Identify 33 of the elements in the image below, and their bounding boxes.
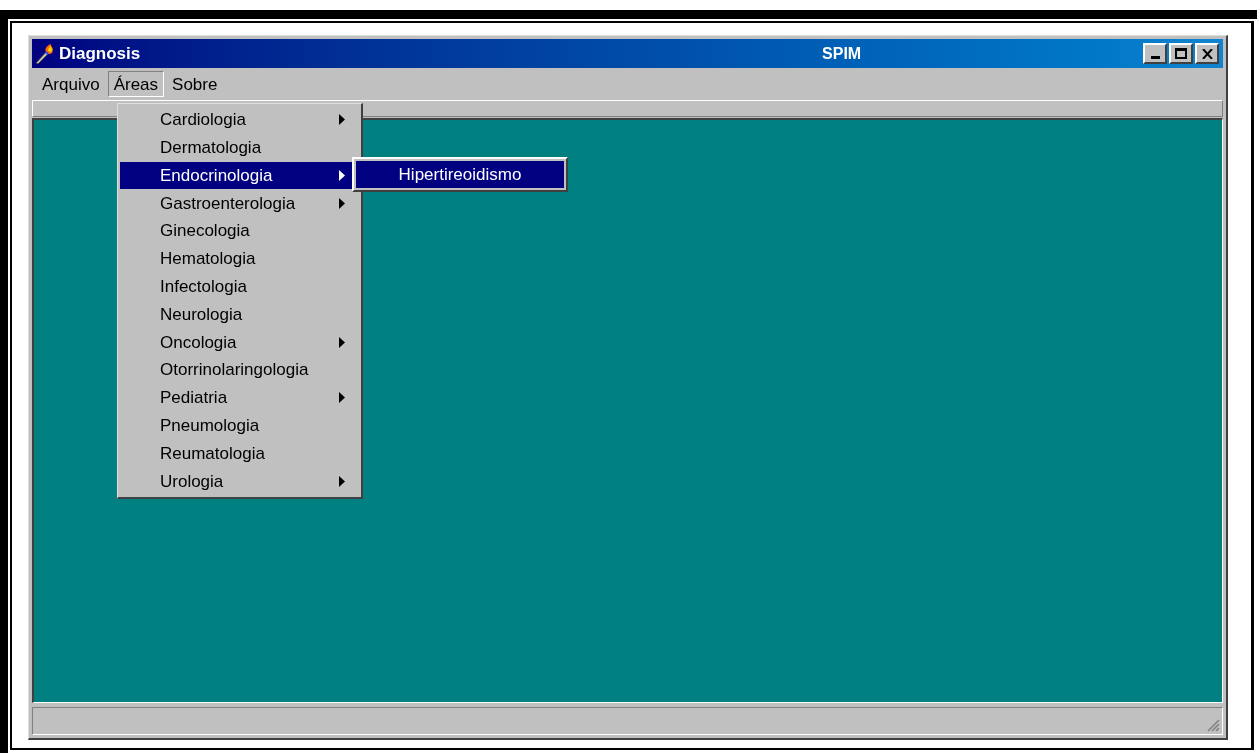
submenu-arrow-icon xyxy=(339,170,345,181)
window-title: Diagnosis xyxy=(59,42,141,65)
maximize-icon xyxy=(1175,48,1187,59)
menu-item[interactable]: Oncologia xyxy=(120,328,359,357)
menu-item[interactable]: Hipertireoidismo xyxy=(356,161,564,188)
menu-bar-item[interactable]: Sobre xyxy=(166,70,224,97)
submenu-arrow-icon xyxy=(339,392,345,404)
menu-item[interactable]: Otorrinolaringologia xyxy=(120,356,359,384)
close-icon xyxy=(1201,48,1213,59)
menu-item[interactable]: Pediatria xyxy=(120,383,359,412)
resize-grip-icon xyxy=(1206,718,1220,732)
torch-icon xyxy=(34,42,56,65)
menu-item[interactable]: Dermatologia xyxy=(120,133,359,162)
submenu-arrow-icon xyxy=(339,336,345,348)
menu-item[interactable]: Reumatologia xyxy=(120,439,359,468)
menu-item[interactable]: Ginecologia xyxy=(120,217,359,245)
menu-item[interactable]: Pneumologia xyxy=(120,411,359,440)
menu-item[interactable]: Gastroenterologia xyxy=(120,189,359,218)
menu-bar-item[interactable]: Áreas xyxy=(107,70,165,97)
submenu-arrow-icon xyxy=(339,197,345,209)
minimize-button[interactable] xyxy=(1143,43,1167,64)
menu-item[interactable]: Urologia xyxy=(120,467,359,496)
menu-bar-item[interactable]: Arquivo xyxy=(36,70,106,97)
menu-item[interactable]: Infectologia xyxy=(120,272,359,301)
menu-item[interactable]: Neurologia xyxy=(120,300,359,329)
menu-item[interactable]: Hematologia xyxy=(120,245,359,273)
maximize-button[interactable] xyxy=(1169,43,1193,64)
submenu-arrow-icon xyxy=(339,475,345,487)
close-button[interactable] xyxy=(1195,43,1219,64)
minimize-icon xyxy=(1150,56,1160,59)
submenu-arrow-icon xyxy=(339,114,345,126)
window-caption: SPIM xyxy=(822,43,862,64)
menu-item[interactable]: Cardiologia xyxy=(120,106,359,134)
